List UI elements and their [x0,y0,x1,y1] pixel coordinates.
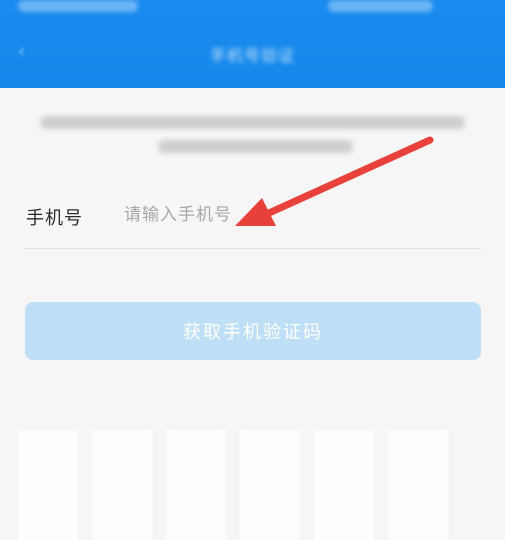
hint-line [40,116,465,129]
phone-input[interactable] [124,200,454,230]
hint-line [158,140,353,153]
blurred-bottom-area [0,420,505,540]
status-bar-right-info [328,0,433,12]
blurred-key [92,430,152,540]
phone-field-row: 手机号 [24,190,482,249]
blurred-key [314,430,374,540]
app-header: ‹ 手机号验证 [0,0,505,88]
page-title: 手机号验证 [209,46,295,65]
blurred-key [388,430,448,540]
blurred-key [240,430,300,540]
phone-label: 手机号 [26,208,83,229]
status-bar-left-info [18,0,138,12]
status-bar [0,0,505,20]
blurred-key [166,430,226,540]
get-verification-code-button[interactable]: 获取手机验证码 [25,302,481,360]
blurred-key [18,430,78,540]
hint-text-block [28,110,478,162]
